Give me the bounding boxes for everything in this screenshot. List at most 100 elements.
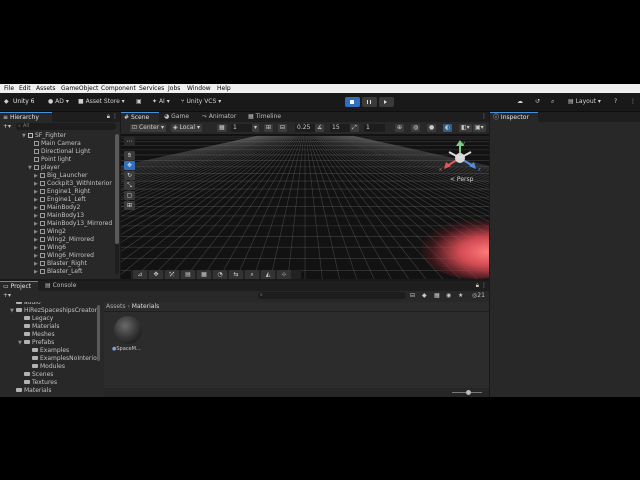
angle-value-field[interactable]: 15 bbox=[330, 124, 351, 132]
overlay-tool-3-icon[interactable]: ⤱ bbox=[165, 270, 179, 279]
play-button[interactable] bbox=[345, 97, 360, 107]
scene-viewport[interactable]: y x z < Persp ⋯ ✋︎ ✥ ↻ ⤡ ▢ ⊞ ⊿ ✥ ⤱ ▤ ▦ ◔… bbox=[121, 134, 489, 279]
hierarchy-item[interactable]: ▶ Engine1_Left bbox=[34, 196, 86, 204]
search-icon[interactable]: ⌕ bbox=[551, 98, 554, 106]
hidden-count-icon[interactable]: ◎21 bbox=[472, 292, 485, 299]
hierarchy-item[interactable]: ▶ MainBody2 bbox=[34, 204, 80, 212]
hierarchy-item[interactable]: ▶ MainBody13_Mirrored bbox=[34, 220, 112, 228]
menu-item-jobs[interactable]: Jobs bbox=[168, 85, 180, 92]
grid-toggle[interactable]: ▦ bbox=[217, 124, 227, 132]
hierarchy-item[interactable]: ▶ Big_Launcher bbox=[34, 172, 87, 180]
hierarchy-item[interactable]: ▶ Wing6 bbox=[34, 244, 66, 252]
space-dropdown[interactable]: ◈ Local ▾ bbox=[171, 124, 203, 132]
overlay-tool-1-icon[interactable]: ⊿ bbox=[133, 270, 147, 279]
tool-view-menu[interactable]: ⋯ bbox=[124, 137, 135, 146]
hierarchy-item[interactable]: Point light bbox=[28, 156, 71, 164]
hierarchy-search-input[interactable]: All bbox=[16, 123, 116, 130]
move-tool[interactable]: ✥ bbox=[124, 161, 135, 170]
cloud-services-icon[interactable]: ☁ bbox=[517, 98, 523, 105]
rect-tool[interactable]: ▢ bbox=[124, 191, 135, 200]
hand-tool[interactable]: ✋︎ bbox=[124, 151, 135, 160]
zoom-slider-handle[interactable] bbox=[466, 390, 471, 395]
grid-dropdown[interactable]: ▾ bbox=[252, 124, 260, 132]
filter-icon[interactable]: ⊟ bbox=[410, 292, 415, 299]
vcs-button[interactable]: ⑂ Unity VCS ▾ bbox=[181, 98, 221, 105]
hierarchy-item[interactable]: ▶ Blaster_Right bbox=[34, 260, 87, 268]
overlay-tool-9-icon[interactable]: ◭ bbox=[261, 270, 275, 279]
folder-tree-scrollbar[interactable] bbox=[97, 305, 100, 361]
fx-dropdown[interactable]: ◧▾ bbox=[459, 124, 472, 132]
folder-item[interactable]: ▼HiRezSpaceshipsCreatorFree bbox=[10, 307, 100, 315]
visibility-icon[interactable]: ◉ bbox=[446, 292, 451, 299]
hierarchy-item[interactable]: ▶ Wing2_Mirrored bbox=[34, 236, 94, 244]
hierarchy-add-button[interactable]: +▾ bbox=[3, 123, 11, 130]
layout-dropdown[interactable]: ▤ Layout ▾ bbox=[568, 98, 601, 105]
menu-item-window[interactable]: Window bbox=[187, 85, 211, 92]
lock-icon[interactable]: 🔒︎ bbox=[107, 113, 110, 121]
tab-scene[interactable]: # Scene bbox=[121, 112, 159, 122]
project-add-button[interactable]: +▾ bbox=[3, 292, 11, 299]
project-search-input[interactable]: ⌕ bbox=[258, 292, 406, 299]
project-menu-icon[interactable]: ⋮ bbox=[481, 282, 487, 289]
folder-item[interactable]: Legacy bbox=[18, 315, 53, 323]
camera-dropdown[interactable]: ▣▾ bbox=[473, 124, 486, 132]
tab-console[interactable]: ▤ Console bbox=[42, 281, 79, 291]
hierarchy-scroll-thumb[interactable] bbox=[115, 134, 119, 244]
help-icon[interactable]: ? bbox=[614, 98, 617, 105]
increment-snap-toggle[interactable]: ⊟ bbox=[278, 124, 288, 132]
folder-item[interactable]: Materials bbox=[18, 323, 60, 331]
hierarchy-root-scene[interactable]: ▼ SF_Fighter bbox=[22, 132, 66, 140]
hierarchy-item[interactable]: ▶ Wing2 bbox=[34, 228, 66, 236]
hierarchy-item[interactable]: ▼ player bbox=[28, 164, 60, 172]
overlay-tool-2-icon[interactable]: ✥ bbox=[149, 270, 163, 279]
folder-item[interactable]: Meshes bbox=[18, 331, 55, 339]
draw-mode-button[interactable]: ⊕ bbox=[395, 124, 405, 132]
history-icon[interactable]: ↺ bbox=[535, 98, 540, 105]
scene-menu-icon[interactable]: ⋮ bbox=[481, 113, 487, 120]
folder-item[interactable]: Modules bbox=[26, 363, 65, 371]
folder-item[interactable]: Scenes bbox=[18, 371, 53, 379]
wireframe-button[interactable]: ◍ bbox=[411, 124, 421, 132]
menu-item-help[interactable]: Help bbox=[217, 85, 231, 92]
breadcrumb-assets[interactable]: Assets bbox=[106, 303, 126, 310]
menu-item-assets[interactable]: Assets bbox=[36, 85, 56, 92]
tab-hierarchy[interactable]: ≡ Hierarchy bbox=[0, 112, 52, 122]
snap-toggle[interactable]: ⊞ bbox=[264, 124, 274, 132]
tab-animator[interactable]: ⤳ Animator bbox=[199, 112, 239, 122]
transform-tool[interactable]: ⊞ bbox=[124, 201, 135, 210]
menu-item-services[interactable]: Services bbox=[139, 85, 164, 92]
lit-button[interactable]: ◐ bbox=[443, 124, 453, 132]
overlay-tool-5-icon[interactable]: ▦ bbox=[197, 270, 211, 279]
scale-tool[interactable]: ⤡ bbox=[124, 181, 135, 190]
persp-label[interactable]: < Persp bbox=[450, 176, 473, 183]
folder-item[interactable]: Materials bbox=[10, 387, 52, 395]
tab-game[interactable]: ◕ Game bbox=[161, 112, 192, 122]
asset-store-button[interactable]: ■ Asset Store ▾ bbox=[78, 98, 125, 105]
hierarchy-item[interactable]: ▶ Engine1_Right bbox=[34, 188, 90, 196]
hierarchy-item[interactable]: ▶ Blaster_Left bbox=[34, 268, 82, 276]
menu-item-component[interactable]: Component bbox=[101, 85, 136, 92]
hierarchy-item[interactable]: ▶ Cockpit3_WithInterior bbox=[34, 180, 112, 188]
angle-snap-toggle[interactable]: ∡ bbox=[315, 124, 325, 132]
breadcrumb-materials[interactable]: Materials bbox=[132, 303, 160, 310]
type-filter-icon[interactable]: ▦ bbox=[434, 292, 440, 299]
ai-button[interactable]: ✦ AI ▾ bbox=[152, 98, 170, 105]
label-filter-icon[interactable]: ◆ bbox=[422, 292, 427, 299]
favorite-icon[interactable]: ★ bbox=[458, 292, 463, 299]
scale-snap-toggle[interactable]: ⤢ bbox=[350, 124, 359, 132]
overlay-tool-4-icon[interactable]: ▤ bbox=[181, 270, 195, 279]
tab-project[interactable]: ▭ Project bbox=[0, 281, 38, 291]
tab-inspector[interactable]: ⓘ Inspector bbox=[490, 112, 538, 122]
cloud-icon[interactable]: ▣ bbox=[136, 98, 142, 105]
menu-item-edit[interactable]: Edit bbox=[19, 85, 31, 92]
step-button[interactable] bbox=[379, 97, 394, 107]
hierarchy-item[interactable]: Main Camera bbox=[28, 140, 81, 148]
shaded-button[interactable]: ● bbox=[427, 124, 437, 132]
hierarchy-menu-icon[interactable]: ⋮ bbox=[112, 113, 118, 120]
hierarchy-item[interactable]: ▶ MainBody13 bbox=[34, 212, 84, 220]
folder-item[interactable]: Textures bbox=[18, 379, 57, 387]
menu-item-gameobject[interactable]: GameObject bbox=[61, 85, 98, 92]
hierarchy-item[interactable]: Directional Light bbox=[28, 148, 90, 156]
hierarchy-scrollbar[interactable] bbox=[115, 134, 119, 274]
account-button[interactable]: ● AD ▾ bbox=[48, 98, 69, 105]
